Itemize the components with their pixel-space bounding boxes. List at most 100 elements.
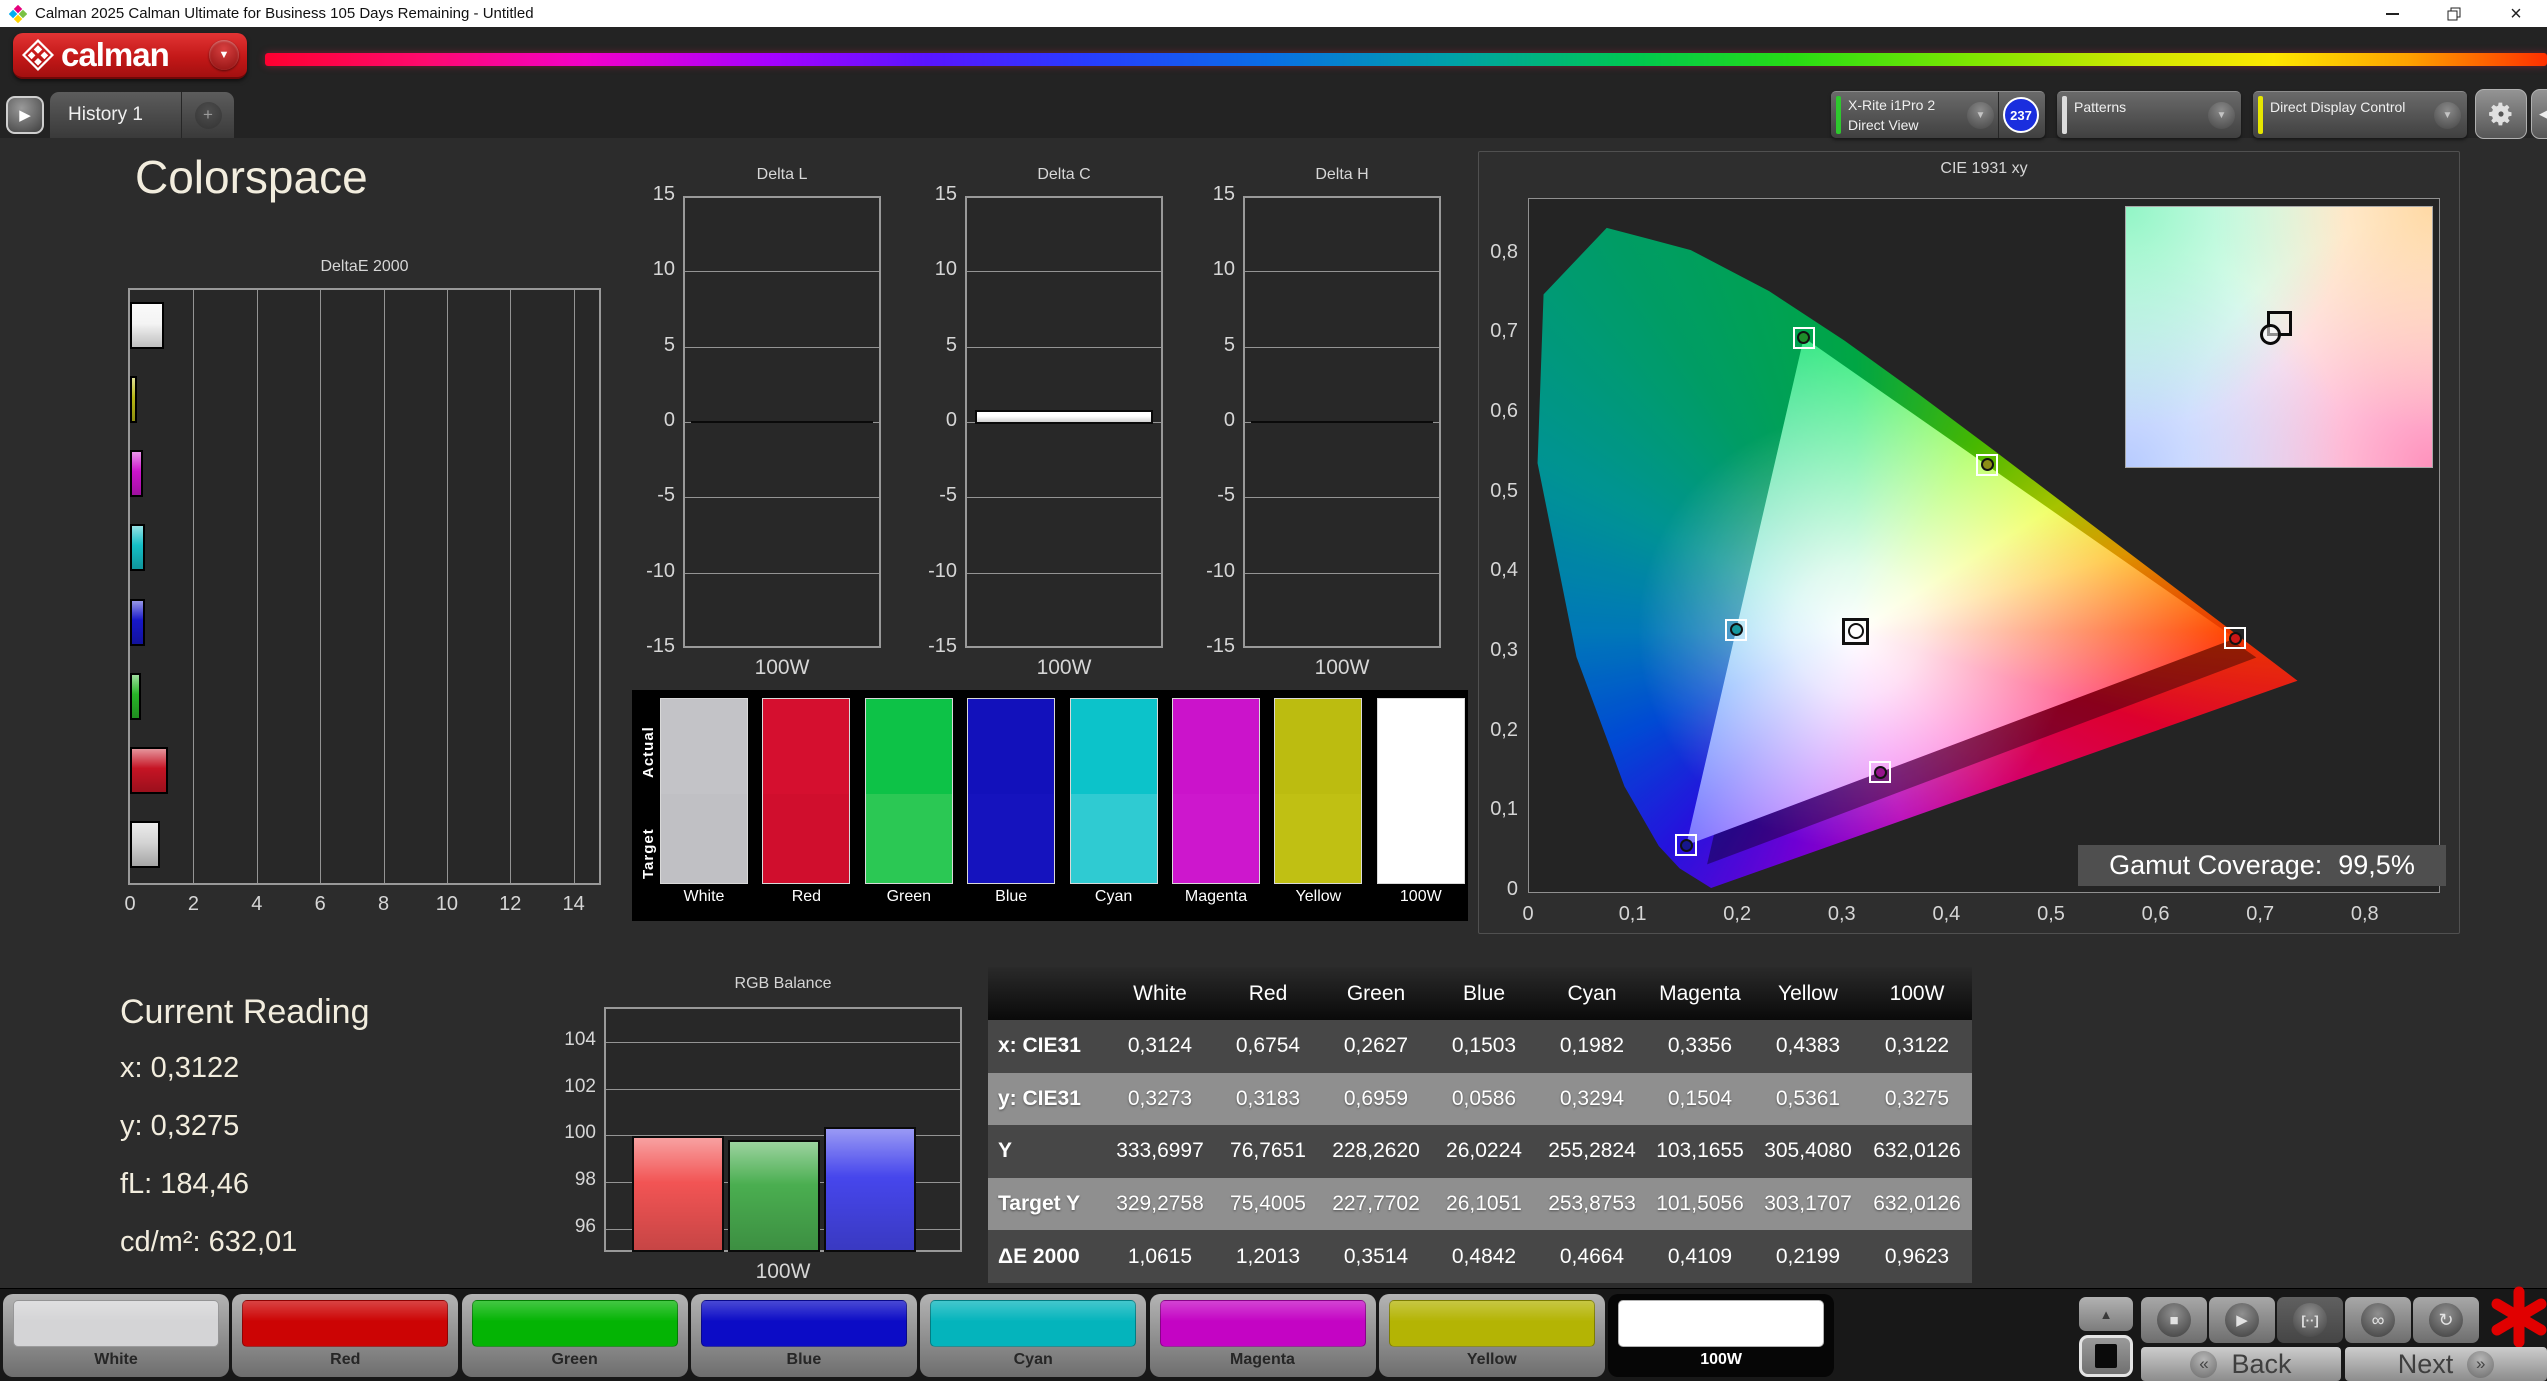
rgb-balance-title: RGB Balance (734, 975, 832, 992)
deltae-bar-green (130, 672, 142, 720)
pattern-button-blue[interactable]: Blue (690, 1294, 917, 1377)
pattern-window-up-button[interactable]: ▲ (2079, 1297, 2133, 1331)
rgb-bar-red (632, 1135, 724, 1252)
chevron-left-icon: ◀ (2539, 106, 2547, 121)
interval-icon: [··] (2301, 1312, 2319, 1328)
add-tab-button[interactable]: + (182, 101, 234, 129)
pattern-swatch (242, 1300, 449, 1347)
delta-chart-delta-h (1243, 196, 1441, 648)
delta-xlabel: 100W (1314, 656, 1370, 679)
cie-xtick: 0,6 (2141, 903, 2170, 925)
calman-menu-button[interactable]: calman ▼ (13, 33, 247, 79)
tab-history-1[interactable]: History 1 + (50, 92, 234, 138)
logo-dropdown-arrow[interactable]: ▼ (209, 40, 239, 70)
minimize-button[interactable] (2361, 0, 2423, 27)
cie-ytick: 0,2 (1490, 718, 1518, 741)
table-cell: 255,2824 (1548, 1139, 1636, 1163)
delta-ytick: -10 (928, 559, 957, 582)
cie-ytick: 0,4 (1490, 559, 1518, 582)
cie-chart-title: CIE 1931 xy (1940, 160, 2028, 177)
pattern-label: Blue (786, 1351, 822, 1368)
display-control-status-bar (2258, 96, 2263, 134)
pattern-label: Green (551, 1351, 598, 1368)
table-cell: 0,3294 (1559, 1086, 1625, 1110)
rgb-bar-blue (824, 1126, 916, 1252)
meter-count-badge[interactable]: 237 (2003, 97, 2039, 133)
table-cell: 26,0224 (1446, 1139, 1522, 1163)
table-row: x: CIE31 0,3124 0,6754 0,2627 0,1503 0,1982 0,… (988, 1020, 1972, 1073)
deltae-xtick: 0 (124, 893, 136, 915)
sidebar-expand-button[interactable]: ▶ (6, 96, 44, 134)
settings-button[interactable] (2475, 89, 2527, 139)
display-control-dropdown[interactable]: Direct Display Control ▼ (2253, 91, 2467, 138)
cie-ytick: 0,3 (1490, 639, 1518, 662)
cie-xtick: 0 (1522, 903, 1534, 925)
delta-chart-title: Delta H (1315, 166, 1369, 183)
pattern-swatch (1618, 1300, 1825, 1347)
row-label: Target Y (998, 1192, 1081, 1216)
pattern-button-cyan[interactable]: Cyan (920, 1294, 1147, 1377)
delta-ytick: -10 (646, 559, 675, 582)
restore-button[interactable] (2423, 0, 2485, 27)
chevron-down-icon: ▼ (1967, 101, 1994, 129)
reading-fl: fL: 184,46 (120, 1168, 249, 1200)
stop-button[interactable]: ■ (2141, 1297, 2207, 1343)
patterns-dropdown[interactable]: Patterns ▼ (2057, 91, 2241, 138)
cie-xtick: 0,8 (2350, 903, 2379, 925)
table-cell: 0,2627 (1343, 1034, 1409, 1058)
cie-ytick: 0,8 (1490, 240, 1518, 263)
delta-chart-title: Delta L (756, 166, 808, 183)
delta-ytick: 0 (663, 409, 675, 431)
pattern-button-100w[interactable]: 100W (1608, 1294, 1835, 1377)
table-cell: 227,7702 (1332, 1192, 1420, 1216)
swatch-label: Red (791, 888, 822, 905)
delta-bar (975, 409, 1153, 424)
back-button[interactable]: « Back (2141, 1347, 2341, 1381)
delta-ytick: -5 (939, 484, 957, 507)
delta-ytick: 5 (945, 333, 957, 356)
pattern-window-toggle[interactable] (2079, 1335, 2133, 1377)
cie-ytick: 0,7 (1490, 320, 1518, 343)
table-cell: 0,3124 (1127, 1034, 1193, 1058)
pattern-button-magenta[interactable]: Magenta (1149, 1294, 1376, 1377)
measurement-table: White Red Green Blue Cyan Magenta Yellow 100W x:… (988, 967, 1972, 1283)
table-cell: 26,1051 (1446, 1192, 1522, 1216)
collapse-panel-button[interactable]: ◀ (2531, 89, 2547, 139)
pattern-bar: ▲ ■ ▶ [··] ∞ ↻ « Back Next » White Red Gre (0, 1286, 2547, 1381)
continuous-mode-button[interactable]: ∞ (2345, 1297, 2411, 1343)
pattern-button-yellow[interactable]: Yellow (1378, 1294, 1605, 1377)
table-cell: 0,3273 (1127, 1086, 1193, 1110)
deltae-xtick: 2 (187, 893, 199, 915)
pattern-label: 100W (1700, 1351, 1742, 1368)
table-cell: 0,1503 (1451, 1034, 1517, 1058)
delta-ytick: -15 (928, 635, 957, 657)
pattern-button-green[interactable]: Green (461, 1294, 688, 1377)
next-button[interactable]: Next » (2345, 1347, 2547, 1381)
refresh-button[interactable]: ↻ (2413, 1297, 2479, 1343)
table-cell: 333,6997 (1116, 1139, 1204, 1163)
table-cell: 0,2199 (1775, 1244, 1841, 1268)
target-swatch (968, 794, 1055, 883)
display-control-label: Direct Display Control (2270, 99, 2406, 115)
rainbow-strip (265, 53, 2547, 66)
meter-dropdown[interactable]: X-Rite i1Pro 2 Direct View ▼ 237 (1831, 91, 2045, 138)
cie-measured-marker-blue (1679, 838, 1693, 852)
delta-ytick: 0 (1223, 409, 1235, 431)
reading-cdm2: cd/m²: 632,01 (120, 1226, 298, 1258)
row-label: ΔE 2000 (998, 1244, 1080, 1268)
gridline (1245, 572, 1439, 574)
table-cell: 0,0586 (1451, 1086, 1517, 1110)
table-cell: 1,0615 (1127, 1244, 1193, 1268)
delta-ytick: -15 (1206, 635, 1235, 657)
deltae-xtick: 12 (499, 893, 522, 915)
pattern-label: White (94, 1351, 138, 1368)
pattern-button-white[interactable]: White (3, 1294, 229, 1377)
pattern-button-red[interactable]: Red (232, 1294, 459, 1377)
play-button[interactable]: ▶ (2209, 1297, 2275, 1343)
play-icon: ▶ (19, 107, 31, 124)
table-cell: 103,1655 (1656, 1139, 1744, 1163)
pattern-swatch (1159, 1300, 1366, 1347)
interval-mode-button[interactable]: [··] (2277, 1297, 2343, 1343)
close-button[interactable]: × (2485, 0, 2547, 27)
cie-xtick: 0,3 (1827, 903, 1856, 925)
